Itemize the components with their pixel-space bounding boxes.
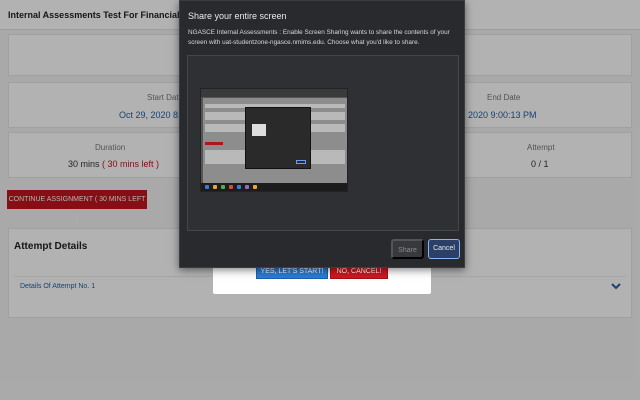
share-screen-dialog: Share your entire screen NGASCE Internal…	[179, 0, 465, 268]
screen-thumbnail[interactable]	[200, 88, 348, 192]
thumbnail-browser-bar	[201, 89, 347, 97]
taskbar-icon	[245, 185, 249, 189]
thumbnail-red-button	[205, 142, 223, 145]
thumbnail-page	[203, 98, 347, 184]
thumbnail-taskbar	[201, 183, 347, 191]
share-dialog-title: Share your entire screen	[188, 11, 287, 21]
screen-preview-pane	[187, 55, 459, 231]
thumbnail-dialog-button	[296, 160, 306, 164]
thumbnail-dialog-preview	[252, 124, 266, 136]
taskbar-icon	[221, 185, 225, 189]
taskbar-icon	[253, 185, 257, 189]
taskbar-icon	[237, 185, 241, 189]
share-button[interactable]: Share	[391, 239, 424, 259]
taskbar-icon	[213, 185, 217, 189]
thumbnail-dialog	[245, 107, 311, 169]
taskbar-icon	[205, 185, 209, 189]
cancel-button[interactable]: Cancel	[428, 239, 460, 259]
taskbar-icon	[229, 185, 233, 189]
share-dialog-description: NGASCE Internal Assessments : Enable Scr…	[188, 29, 450, 46]
